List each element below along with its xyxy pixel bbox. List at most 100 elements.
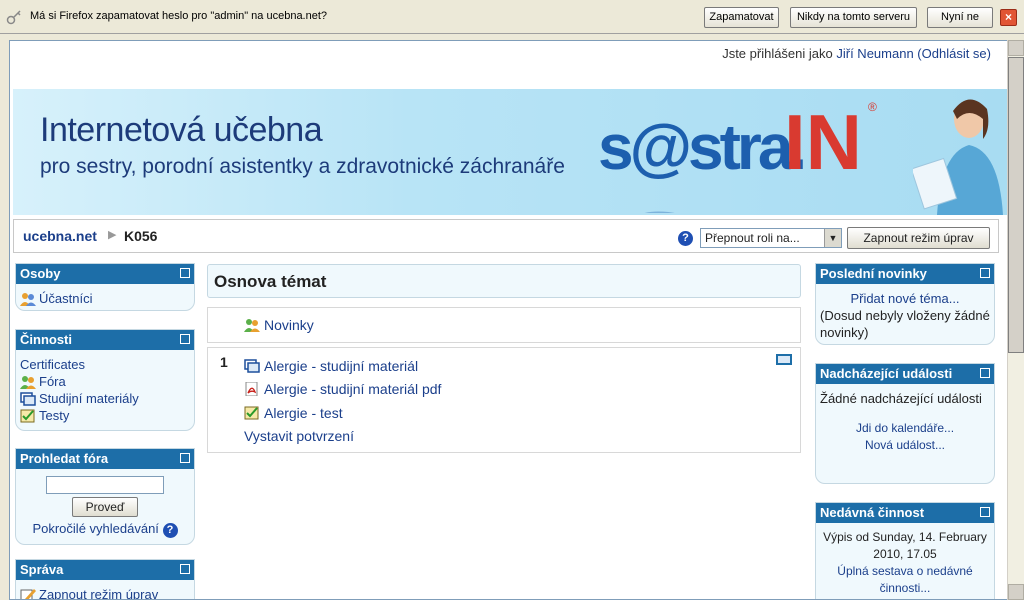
scroll-down-arrow-icon[interactable] [1008, 584, 1024, 600]
forums-link[interactable]: Fóra [20, 373, 190, 390]
full-activity-report-link[interactable]: Úplná sestava o nedávné činnosti... [837, 564, 972, 595]
participants-link[interactable]: Účastníci [20, 290, 190, 307]
switch-role-value: Přepnout roli na... [705, 231, 800, 245]
section-1: 1 Alergie - studijní materiál Alergie - … [207, 347, 801, 453]
search-forums-input[interactable] [46, 476, 164, 494]
activities-block-title: Činnosti [20, 332, 72, 347]
activity-since-text: Výpis od Sunday, 14. February 2010, 17.0… [823, 530, 987, 561]
administration-block-header: Správa [16, 560, 194, 580]
latest-news-block-header: Poslední novinky [816, 264, 994, 284]
admin-editing-link[interactable]: Zapnout režim úprav [20, 586, 190, 599]
allergy-pdf-link[interactable]: Alergie - studijní materiál pdf [244, 381, 441, 397]
banner-subtitle: pro sestry, porodní asistentky a zdravot… [40, 155, 565, 178]
login-prefix: Jste přihlášeni jako [722, 46, 837, 61]
upcoming-events-block-header: Nadcházející události [816, 364, 994, 384]
certificates-link[interactable]: Certificates [20, 356, 85, 373]
activities-block: Činnosti Certificates Fóra Studijní mate… [15, 329, 195, 431]
user-profile-link[interactable]: Jiří Neumann [836, 46, 913, 61]
latest-news-block: Poslední novinky Přidat nové téma... (Do… [815, 263, 995, 345]
search-forums-block-header: Prohledat fóra [16, 449, 194, 469]
hide-block-icon[interactable] [180, 268, 190, 278]
svg-text:IN: IN [784, 208, 862, 213]
advanced-search-link[interactable]: Pokročilé vyhledávání [32, 521, 158, 536]
scroll-up-arrow-icon[interactable] [1008, 40, 1024, 56]
breadcrumb-home[interactable]: ucebna.net [23, 228, 97, 244]
never-for-site-button[interactable]: Nikdy na tomto serveru [790, 7, 917, 28]
hide-block-icon[interactable] [980, 507, 990, 517]
allergy-test-label[interactable]: Alergie - test [264, 405, 343, 421]
help-icon[interactable]: ? [678, 231, 693, 246]
resource-icon [20, 391, 36, 406]
quiz-icon [20, 409, 35, 422]
search-forums-block: Prohledat fóra Proveď Pokročilé vyhledáv… [15, 448, 195, 545]
svg-text:®: ® [868, 100, 877, 114]
course-outline-title: Osnova témat [214, 272, 327, 291]
vertical-scrollbar[interactable] [1007, 40, 1024, 600]
issue-certificate-link[interactable]: Vystavit potvrzení [244, 428, 354, 444]
people-block: Osoby Účastníci [15, 263, 195, 311]
svg-text:s@stra.: s@stra. [598, 111, 803, 183]
logout-link[interactable]: (Odhlásit se) [917, 46, 991, 61]
users-icon [20, 292, 36, 306]
go-to-calendar-link[interactable]: Jdi do kalendáře... [856, 421, 954, 435]
section-number: 1 [220, 354, 228, 370]
allergy-material-label[interactable]: Alergie - studijní materiál [264, 358, 418, 374]
add-new-topic-link[interactable]: Přidat nové téma... [850, 291, 959, 306]
chevron-down-icon[interactable]: ▼ [824, 229, 841, 247]
hide-block-icon[interactable] [980, 268, 990, 278]
navigation-bar: ucebna.net ▶ K056 ? Přepnout roli na... … [13, 219, 999, 253]
forum-icon [20, 375, 36, 389]
study-materials-label[interactable]: Studijní materiály [39, 390, 139, 407]
study-materials-link[interactable]: Studijní materiály [20, 390, 190, 407]
news-forum-label[interactable]: Novinky [264, 317, 314, 333]
scrollbar-thumb[interactable] [1008, 57, 1024, 353]
not-now-button[interactable]: Nyní ne [927, 7, 993, 28]
banner-title: Internetová učebna [40, 111, 323, 149]
nurse-image [913, 99, 1003, 215]
site-banner: Internetová učebna pro sestry, porodní a… [13, 89, 1007, 215]
breadcrumb-arrow-icon: ▶ [108, 229, 117, 241]
remember-password-button[interactable]: Zapamatovat [704, 7, 779, 28]
svg-text:s@stra.: s@stra. [598, 210, 804, 213]
people-block-title: Osoby [20, 266, 61, 281]
close-icon[interactable]: × [1000, 9, 1017, 26]
participants-label[interactable]: Účastníci [39, 290, 92, 307]
password-notification-bar: Má si Firefox zapamatovat heslo pro "adm… [0, 0, 1024, 34]
administration-block: Správa Zapnout režim úprav [15, 559, 195, 599]
help-icon[interactable]: ? [162, 523, 178, 538]
allergy-material-link[interactable]: Alergie - studijní materiál [244, 358, 418, 374]
hide-block-icon[interactable] [180, 334, 190, 344]
administration-block-title: Správa [20, 562, 64, 577]
upcoming-events-block: Nadcházející události Žádné nadcházející… [815, 363, 995, 484]
forum-icon [244, 319, 260, 332]
quizzes-link[interactable]: Testy [20, 407, 190, 424]
recent-activity-block-title: Nedávná činnost [820, 505, 925, 520]
svg-text:IN: IN [784, 98, 862, 186]
password-prompt-text: Má si Firefox zapamatovat heslo pro "adm… [30, 10, 328, 22]
switch-role-select[interactable]: Přepnout roli na... ▼ [700, 228, 842, 248]
allergy-pdf-label[interactable]: Alergie - studijní materiál pdf [264, 381, 441, 397]
forums-label[interactable]: Fóra [39, 373, 66, 390]
no-news-text: (Dosud nebyly vloženy žádné novinky) [820, 308, 990, 340]
admin-editing-label[interactable]: Zapnout režim úprav [39, 586, 158, 599]
allergy-test-link[interactable]: Alergie - test [244, 405, 343, 421]
turn-editing-on-button[interactable]: Zapnout režim úprav [847, 227, 990, 249]
search-go-button[interactable]: Proveď [72, 497, 138, 517]
upcoming-events-block-title: Nadcházející události [820, 366, 953, 381]
activities-block-header: Činnosti [16, 330, 194, 350]
show-only-section-icon[interactable] [776, 354, 792, 365]
hide-block-icon[interactable] [180, 564, 190, 574]
edit-icon [20, 588, 36, 599]
section-0: Novinky [207, 307, 801, 343]
people-block-header: Osoby [16, 264, 194, 284]
hide-block-icon[interactable] [980, 368, 990, 378]
pdf-icon [245, 382, 258, 396]
key-icon [6, 10, 21, 25]
no-events-text: Žádné nadcházející události [820, 391, 982, 406]
news-forum-link[interactable]: Novinky [244, 317, 314, 333]
new-event-link[interactable]: Nová událost... [865, 438, 945, 452]
quizzes-label[interactable]: Testy [39, 407, 69, 424]
recent-activity-block-header: Nedávná činnost [816, 503, 994, 523]
sestrain-logo: s@stra. IN ® s@stra. IN [598, 98, 877, 213]
hide-block-icon[interactable] [180, 453, 190, 463]
